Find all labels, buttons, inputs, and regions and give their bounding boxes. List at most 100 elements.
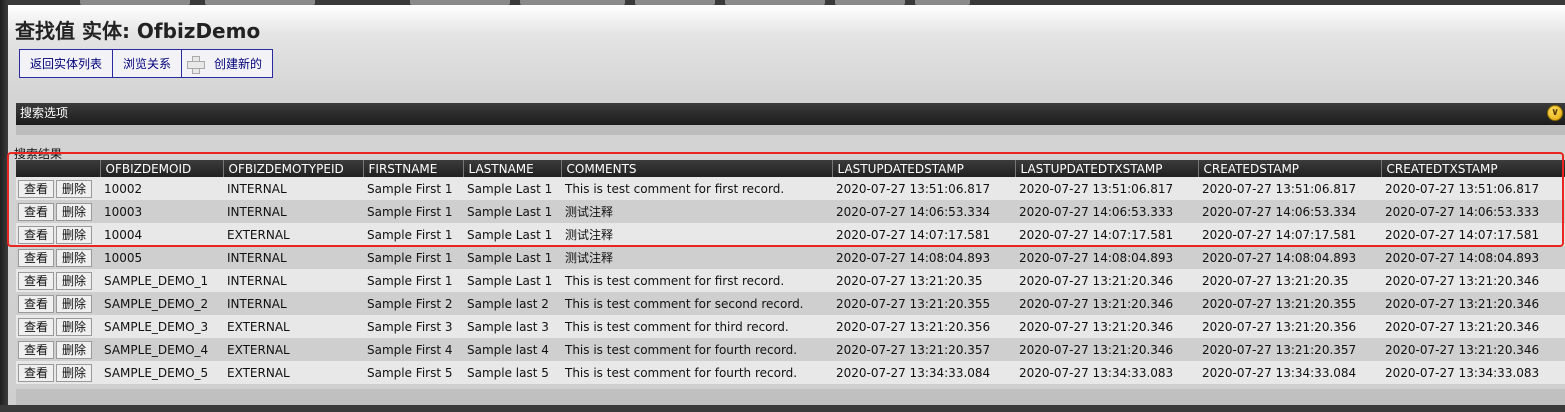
delete-button[interactable]: 删除 <box>56 363 93 382</box>
column-header[interactable]: LASTNAME <box>463 160 562 177</box>
column-header[interactable]: OFBIZDEMOID <box>100 160 224 177</box>
lastupdatedtxstamp-cell: 2020-07-27 13:34:33.083 <box>1015 361 1198 384</box>
table-row: 查看 删除 SAMPLE_DEMO_1 INTERNAL Sample First 1S… <box>16 269 1565 292</box>
lastupdatedstamp-cell: 2020-07-27 13:21:20.356 <box>832 315 1015 338</box>
lastupdatedtxstamp-cell: 2020-07-27 13:21:20.346 <box>1015 292 1198 315</box>
firstname-cell: Sample First 1 <box>363 177 463 200</box>
view-button[interactable]: 查看 <box>18 363 55 382</box>
comments-cell: This is test comment for fourth record. <box>561 361 832 384</box>
delete-button[interactable]: 删除 <box>56 317 93 336</box>
ofbizdemotypeid-cell: INTERNAL <box>223 200 363 223</box>
table-header-row: OFBIZDEMOID OFBIZDEMOTYPEID FIRSTNAME LA… <box>16 160 1565 177</box>
lastupdatedstamp-cell: 2020-07-27 14:06:53.334 <box>832 200 1015 223</box>
view-button[interactable]: 查看 <box>18 271 55 290</box>
view-button[interactable]: 查看 <box>18 317 55 336</box>
column-header[interactable]: OFBIZDEMOTYPEID <box>223 160 364 177</box>
search-options-label: 搜索选项 <box>20 106 69 120</box>
ofbizdemotypeid-cell: EXTERNAL <box>223 338 363 361</box>
createdtxstamp-cell: 2020-07-27 13:21:20.346 <box>1381 269 1565 292</box>
table-row: 查看 删除 SAMPLE_DEMO_4 EXTERNAL Sample First 4S… <box>16 338 1565 361</box>
ofbizdemoid-cell: SAMPLE_DEMO_4 <box>100 338 223 361</box>
firstname-cell: Sample First 1 <box>363 269 463 292</box>
lastupdatedtxstamp-cell: 2020-07-27 14:06:53.333 <box>1015 200 1198 223</box>
ofbizdemoid-cell: 10002 <box>100 177 223 200</box>
lastupdatedtxstamp-cell: 2020-07-27 13:21:20.346 <box>1015 315 1198 338</box>
column-header[interactable]: LASTUPDATEDTXSTAMP <box>1015 160 1199 177</box>
comments-cell: This is test comment for fourth record. <box>561 338 832 361</box>
delete-button[interactable]: 删除 <box>56 248 93 267</box>
firstname-cell: Sample First 4 <box>363 338 463 361</box>
comments-cell: 测试注释 <box>561 246 832 269</box>
firstname-cell: Sample First 1 <box>363 246 463 269</box>
ofbizdemotypeid-cell: EXTERNAL <box>223 223 363 246</box>
create-new-button[interactable]: 创建新的 <box>181 49 274 78</box>
table-row: 查看 删除 SAMPLE_DEMO_3 EXTERNAL Sample First 3S… <box>16 315 1565 338</box>
column-header[interactable]: CREATEDSTAMP <box>1198 160 1382 177</box>
firstname-cell: Sample First 5 <box>363 361 463 384</box>
search-options-header[interactable]: 搜索选项 ∨ <box>16 103 1565 125</box>
createdtxstamp-cell: 2020-07-27 14:07:17.581 <box>1381 223 1565 246</box>
results-body: 查看 删除 10002 INTERNAL Sample First 1 Sample La… <box>16 177 1565 384</box>
row-actions-cell: 查看 删除 <box>16 246 100 269</box>
lastupdatedstamp-cell: 2020-07-27 13:21:20.357 <box>832 338 1015 361</box>
lastupdatedstamp-cell: 2020-07-27 13:21:20.35 <box>832 269 1015 292</box>
lastname-cell: Sample Last 1 <box>463 246 561 269</box>
plus-icon <box>186 55 206 74</box>
column-header[interactable]: COMMENTS <box>561 160 833 177</box>
column-header[interactable]: CREATEDTXSTAMP <box>1381 160 1565 177</box>
delete-button[interactable]: 删除 <box>56 294 93 313</box>
row-actions-cell: 查看 删除 <box>16 292 100 315</box>
createdtxstamp-cell: 2020-07-27 13:21:20.346 <box>1381 338 1565 361</box>
lastupdatedtxstamp-cell: 2020-07-27 14:07:17.581 <box>1015 223 1198 246</box>
lastname-cell: Sample last 4 <box>463 338 561 361</box>
view-button[interactable]: 查看 <box>18 340 55 359</box>
createdtxstamp-cell: 2020-07-27 14:06:53.333 <box>1381 200 1565 223</box>
back-to-entity-list-button[interactable]: 返回实体列表 <box>19 49 114 78</box>
lastupdatedtxstamp-cell: 2020-07-27 13:21:20.346 <box>1015 269 1198 292</box>
delete-button[interactable]: 删除 <box>56 179 93 198</box>
ofbizdemotypeid-cell: EXTERNAL <box>223 361 363 384</box>
row-actions-cell: 查看 删除 <box>16 223 100 246</box>
table-row: 查看 删除 SAMPLE_DEMO_5 EXTERNAL Sample First 5S… <box>16 361 1565 384</box>
column-header[interactable]: FIRSTNAME <box>363 160 464 177</box>
view-button[interactable]: 查看 <box>18 294 55 313</box>
chevron-down-circle-icon[interactable]: ∨ <box>1547 105 1563 121</box>
ofbizdemotypeid-cell: EXTERNAL <box>223 315 363 338</box>
createdtxstamp-cell: 2020-07-27 13:51:06.817 <box>1381 177 1565 200</box>
ofbizdemoid-cell: 10005 <box>100 246 223 269</box>
comments-cell: This is test comment for second record. <box>561 292 832 315</box>
lastname-cell: Sample last 3 <box>463 315 561 338</box>
view-button[interactable]: 查看 <box>18 248 55 267</box>
browse-relations-button[interactable]: 浏览关系 <box>112 49 183 78</box>
lastupdatedtxstamp-cell: 2020-07-27 13:21:20.346 <box>1015 338 1198 361</box>
section-divider <box>16 125 1565 135</box>
createdstamp-cell: 2020-07-27 13:21:20.35 <box>1198 269 1381 292</box>
results-table: OFBIZDEMOID OFBIZDEMOTYPEID FIRSTNAME LA… <box>16 160 1565 384</box>
ofbizdemoid-cell: 10004 <box>100 223 223 246</box>
createdstamp-cell: 2020-07-27 13:21:20.357 <box>1198 338 1381 361</box>
lastupdatedstamp-cell: 2020-07-27 13:21:20.355 <box>832 292 1015 315</box>
comments-cell: This is test comment for first record. <box>561 269 832 292</box>
createdstamp-cell: 2020-07-27 13:34:33.084 <box>1198 361 1381 384</box>
createdtxstamp-cell: 2020-07-27 13:34:33.083 <box>1381 361 1565 384</box>
delete-button[interactable]: 删除 <box>56 340 93 359</box>
delete-button[interactable]: 删除 <box>56 225 93 244</box>
ofbizdemoid-cell: SAMPLE_DEMO_3 <box>100 315 223 338</box>
comments-cell: 测试注释 <box>561 223 832 246</box>
ofbizdemoid-cell: 10003 <box>100 200 223 223</box>
view-button[interactable]: 查看 <box>18 202 55 221</box>
ofbizdemoid-cell: SAMPLE_DEMO_5 <box>100 361 223 384</box>
delete-button[interactable]: 删除 <box>56 271 93 290</box>
ofbizdemoid-cell: SAMPLE_DEMO_1 <box>100 269 223 292</box>
column-header[interactable]: LASTUPDATEDSTAMP <box>832 160 1016 177</box>
lastupdatedstamp-cell: 2020-07-27 14:07:17.581 <box>832 223 1015 246</box>
createdtxstamp-cell: 2020-07-27 13:21:20.346 <box>1381 315 1565 338</box>
view-button[interactable]: 查看 <box>18 225 55 244</box>
view-button[interactable]: 查看 <box>18 179 55 198</box>
comments-cell: 测试注释 <box>561 200 832 223</box>
createdstamp-cell: 2020-07-27 14:07:17.581 <box>1198 223 1381 246</box>
left-edge-decoration <box>0 0 8 412</box>
createdtxstamp-cell: 2020-07-27 14:08:04.893 <box>1381 246 1565 269</box>
row-actions-cell: 查看 删除 <box>16 200 100 223</box>
delete-button[interactable]: 删除 <box>56 202 93 221</box>
